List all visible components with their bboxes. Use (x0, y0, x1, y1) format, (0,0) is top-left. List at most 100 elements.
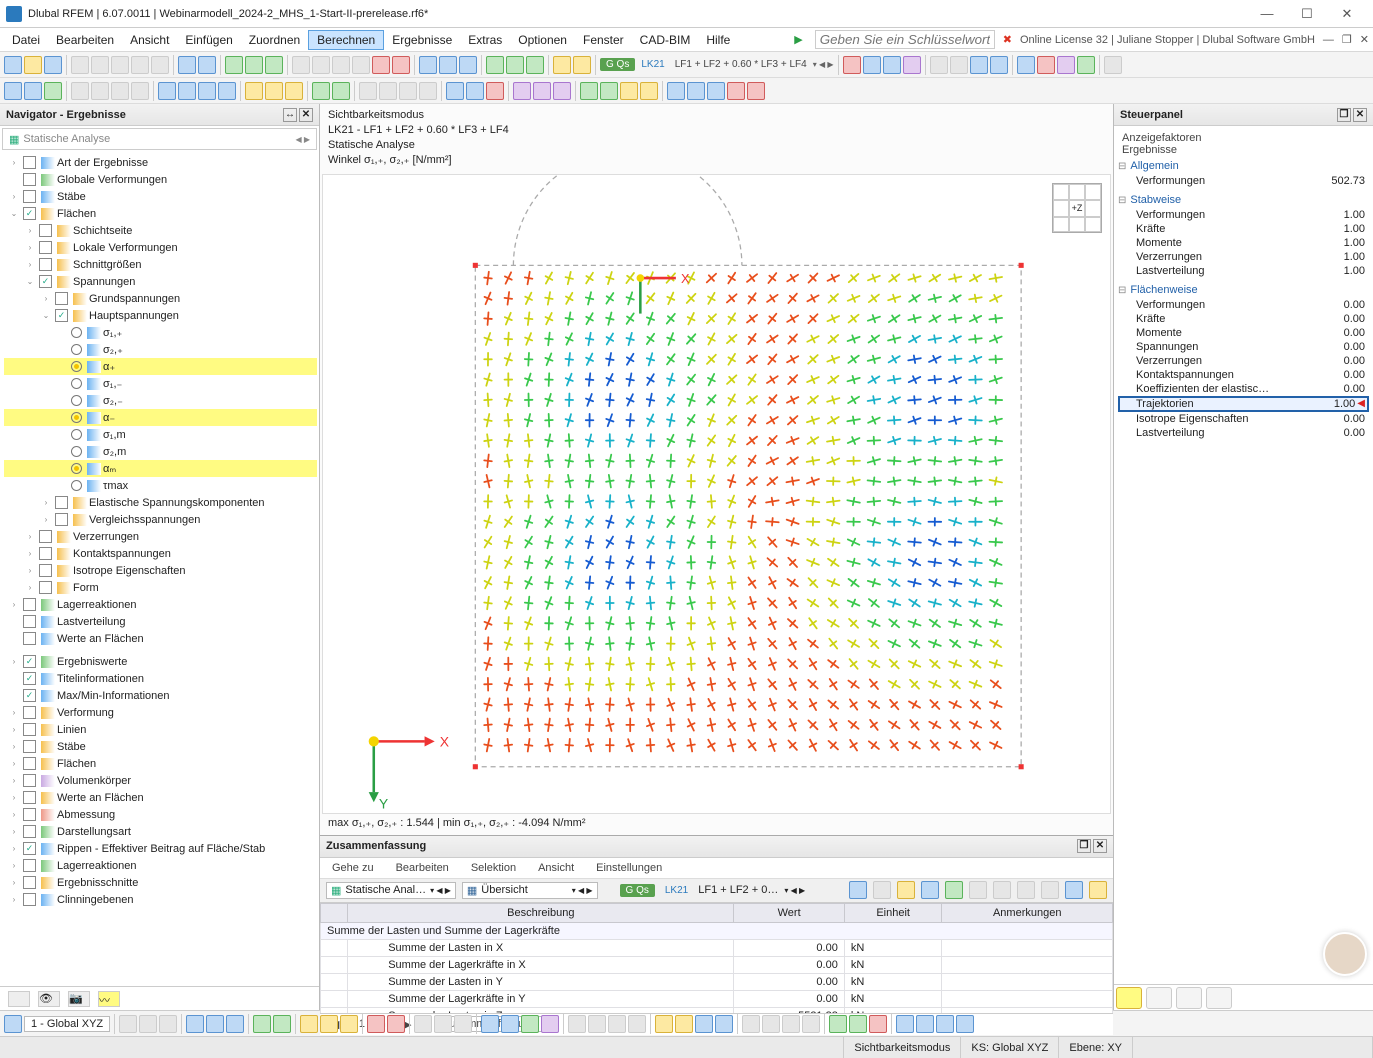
control-row[interactable]: Verformungen0.00 (1118, 298, 1369, 312)
toolbar-button[interactable] (419, 56, 437, 74)
toolbar-button[interactable] (600, 82, 618, 100)
toolbar-button[interactable] (945, 881, 963, 899)
summary-menu-item[interactable]: Einstellungen (590, 860, 668, 876)
toolbar-button[interactable] (1065, 881, 1083, 899)
tree-item[interactable]: ›Volumenkörper (4, 772, 317, 789)
panel-close-icon[interactable]: ✕ (299, 108, 313, 122)
tree-item[interactable]: ›Verzerrungen (4, 528, 317, 545)
tree-item[interactable]: ›Flächen (4, 755, 317, 772)
toolbar-button[interactable] (1017, 881, 1035, 899)
analysis-combo[interactable]: ▦ Statische Analyse ◀ ▶ (2, 128, 317, 150)
pin-icon[interactable]: ↔ (283, 108, 297, 122)
toolbar-button[interactable] (916, 1015, 934, 1033)
toolbar-button[interactable] (608, 1015, 626, 1033)
close-button[interactable]: ✕ (1327, 1, 1367, 27)
tree-item[interactable]: ›Schichtseite (4, 222, 317, 239)
tree-item[interactable]: ›Rippen - Effektiver Beitrag auf Fläche/… (4, 840, 317, 857)
menu-ergebnisse[interactable]: Ergebnisse (384, 31, 460, 49)
toolbar-button[interactable] (533, 82, 551, 100)
toolbar-button[interactable] (747, 82, 765, 100)
toolbar-button[interactable] (292, 56, 310, 74)
control-group-header[interactable]: Flächenweise (1118, 282, 1369, 298)
tree-item[interactable]: σ₁,₊ (4, 324, 317, 341)
toolbar-button[interactable] (71, 82, 89, 100)
toolbar-button[interactable] (620, 82, 638, 100)
toolbar-button[interactable] (186, 1015, 204, 1033)
toolbar-button[interactable] (245, 56, 263, 74)
toolbar-button[interactable] (139, 1015, 157, 1033)
summary-combo-2[interactable]: ▦Übersicht▾ ◀ ▶ (462, 882, 598, 899)
toolbar-button[interactable] (897, 881, 915, 899)
toolbar-button[interactable] (111, 82, 129, 100)
mdi-close-icon[interactable]: ✕ (1360, 33, 1369, 46)
menu-hilfe[interactable]: Hilfe (698, 31, 738, 49)
toolbar-button[interactable] (1017, 56, 1035, 74)
toolbar-button[interactable] (541, 1015, 559, 1033)
toolbar-button[interactable] (44, 56, 62, 74)
summary-table[interactable]: BeschreibungWertEinheitAnmerkungen Summe… (320, 903, 1113, 1013)
toolbar-button[interactable] (762, 1015, 780, 1033)
toolbar-button[interactable] (225, 56, 243, 74)
navigator-tree[interactable]: ›Art der ErgebnisseGlobale Verformungen›… (0, 152, 319, 986)
toolbar-button[interactable] (419, 82, 437, 100)
toolbar-button[interactable] (300, 1015, 318, 1033)
control-row[interactable]: Verformungen502.73 (1118, 174, 1369, 188)
toolbar-button[interactable] (921, 881, 939, 899)
tree-item[interactable]: Titelinformationen (4, 670, 317, 687)
control-row[interactable]: Kontaktspannungen0.00 (1118, 368, 1369, 382)
toolbar-button[interactable] (873, 881, 891, 899)
toolbar-button[interactable] (506, 56, 524, 74)
toolbar-button[interactable] (178, 82, 196, 100)
toolbar-button[interactable] (849, 881, 867, 899)
toolbar-button[interactable] (936, 1015, 954, 1033)
toolbar-button[interactable] (1089, 881, 1107, 899)
menu-fenster[interactable]: Fenster (575, 31, 632, 49)
toolbar-button[interactable] (486, 56, 504, 74)
tree-item[interactable]: ›Vergleichsspannungen (4, 511, 317, 528)
menu-cad-bim[interactable]: CAD-BIM (632, 31, 699, 49)
toolbar-button[interactable] (131, 82, 149, 100)
tree-item[interactable]: Werte an Flächen (4, 630, 317, 647)
tree-item[interactable]: ›Schnittgrößen (4, 256, 317, 273)
tree-item[interactable]: σ₂,₊ (4, 341, 317, 358)
toolbar-button[interactable] (863, 56, 881, 74)
tree-item[interactable]: ›Grundspannungen (4, 290, 317, 307)
tree-item[interactable]: Lastverteilung (4, 613, 317, 630)
tree-item[interactable]: ›Stäbe (4, 738, 317, 755)
menu-zuordnen[interactable]: Zuordnen (241, 31, 308, 49)
toolbar-button[interactable] (501, 1015, 519, 1033)
toolbar-button[interactable] (4, 82, 22, 100)
lk-desc[interactable]: LF1 + LF2 + 0.60 * LF3 + LF4 (671, 59, 811, 70)
tree-item[interactable]: ›Elastische Spannungskomponenten (4, 494, 317, 511)
coord-system-combo[interactable]: 1 - Global XYZ (24, 1016, 110, 1032)
panel-close-icon[interactable]: ✕ (1093, 839, 1107, 853)
control-row[interactable]: Trajektorien1.00◀ (1118, 396, 1369, 412)
control-group-header[interactable]: Allgemein (1118, 158, 1369, 174)
tree-item[interactable]: ›Werte an Flächen (4, 789, 317, 806)
toolbar-button[interactable] (392, 56, 410, 74)
toolbar-button[interactable] (414, 1015, 432, 1033)
toolbar-button[interactable] (24, 56, 42, 74)
menu-optionen[interactable]: Optionen (510, 31, 575, 49)
tree-item[interactable]: ›Lokale Verformungen (4, 239, 317, 256)
tree-item[interactable]: ›Ergebniswerte (4, 653, 317, 670)
toolbar-button[interactable] (332, 56, 350, 74)
canvas-3d-view[interactable]: +Z X (322, 174, 1111, 814)
control-row[interactable]: Verformungen1.00 (1118, 208, 1369, 222)
control-tab-4[interactable] (1206, 987, 1232, 1009)
toolbar-button[interactable] (588, 1015, 606, 1033)
toolbar-button[interactable] (707, 82, 725, 100)
tree-item[interactable]: ⌄Spannungen (4, 273, 317, 290)
tree-item[interactable]: τmax (4, 477, 317, 494)
control-row[interactable]: Lastverteilung0.00 (1118, 426, 1369, 440)
tree-item[interactable]: ›Ergebnisschnitte (4, 874, 317, 891)
summary-menu-item[interactable]: Ansicht (532, 860, 580, 876)
control-row[interactable]: Koeffizienten der elastisc…0.00 (1118, 382, 1369, 396)
toolbar-button[interactable] (434, 1015, 452, 1033)
toolbar-button[interactable] (285, 82, 303, 100)
toolbar-button[interactable] (111, 56, 129, 74)
toolbar-button[interactable] (553, 82, 571, 100)
mdi-max-icon[interactable]: ❐ (1342, 33, 1352, 46)
toolbar-button[interactable] (91, 56, 109, 74)
toolbar-button[interactable] (675, 1015, 693, 1033)
